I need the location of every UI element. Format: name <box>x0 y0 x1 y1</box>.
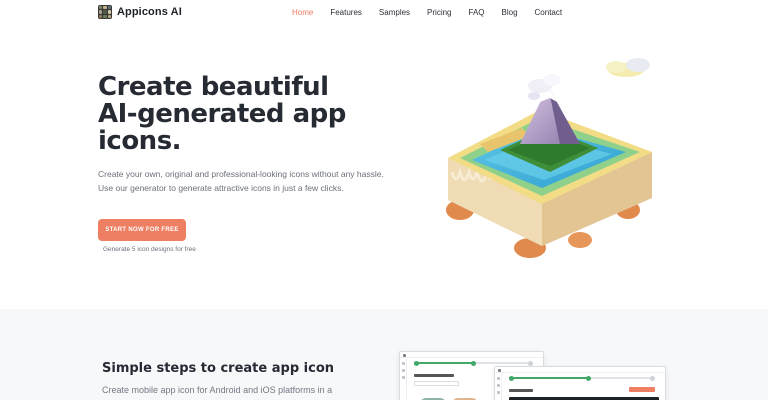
nav-link-samples[interactable]: Samples <box>379 8 410 17</box>
text-field <box>414 381 459 386</box>
sidebar-icon <box>496 377 500 380</box>
isometric-island-icon <box>446 58 652 258</box>
app-logo-icon <box>403 353 406 357</box>
free-designs-note: Generate 5 icon designs for free <box>103 246 196 253</box>
sidebar-icon <box>496 384 500 387</box>
heading-placeholder <box>414 374 454 377</box>
progress-steps <box>414 360 533 366</box>
hero-title-line-3: icons. <box>98 126 182 156</box>
hero-title: Create beautiful AI-generated app icons. <box>98 74 378 155</box>
app-grid-logo-icon <box>98 5 112 19</box>
heading-placeholder <box>509 389 533 392</box>
brand-logo[interactable]: Appicons AI <box>98 5 182 19</box>
hero-title-line-2: AI-generated app <box>98 99 346 129</box>
nav-link-pricing[interactable]: Pricing <box>427 8 451 17</box>
progress-steps <box>509 375 655 381</box>
start-now-button[interactable]: START NOW FOR FREE <box>98 219 186 241</box>
top-navigation: Appicons AI Home Features Samples Pricin… <box>0 0 768 28</box>
app-logo-icon <box>498 368 501 372</box>
nav-link-blog[interactable]: Blog <box>502 8 518 17</box>
nav-links: Home Features Samples Pricing FAQ Blog C… <box>292 8 579 17</box>
nav-link-home[interactable]: Home <box>292 8 313 17</box>
action-button-placeholder <box>629 387 655 392</box>
brand-name: Appicons AI <box>117 6 182 18</box>
steps-section-title: Simple steps to create app icon <box>102 361 335 376</box>
hero-description: Create your own, original and profession… <box>98 169 384 193</box>
cloud-icon <box>606 58 650 77</box>
sidebar-icon <box>401 376 405 379</box>
nav-link-faq[interactable]: FAQ <box>469 8 485 17</box>
sidebar-icon <box>401 369 405 372</box>
hero-title-line-1: Create beautiful <box>98 72 329 102</box>
steps-section-description: Create mobile app icon for Android and i… <box>102 385 333 395</box>
sidebar-icon <box>496 391 500 394</box>
steps-screenshot <box>494 366 666 400</box>
nav-link-features[interactable]: Features <box>330 8 362 17</box>
sidebar-icon <box>401 362 405 365</box>
nav-link-contact[interactable]: Contact <box>535 8 563 17</box>
